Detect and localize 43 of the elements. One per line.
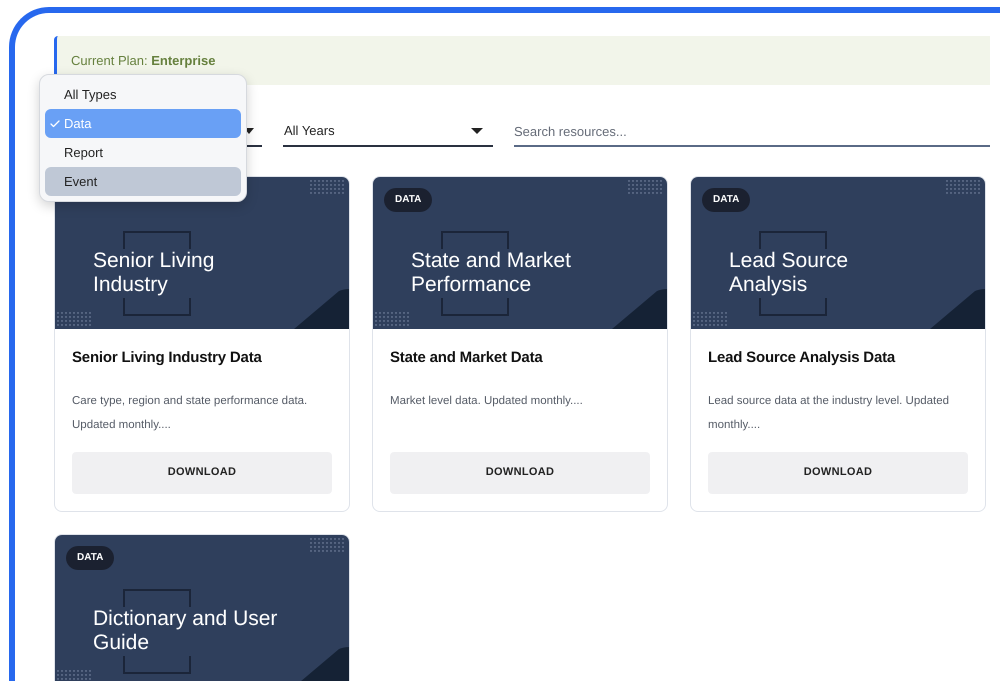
card-description: Market level data. Updated monthly.... (390, 394, 584, 408)
corner-shape-icon (294, 289, 349, 329)
category-badge: DATA (384, 188, 432, 212)
download-button[interactable]: DOWNLOAD (72, 452, 332, 494)
bracket-top-icon (123, 231, 191, 249)
dot-pattern-icon (693, 312, 728, 327)
corner-shape-icon (612, 289, 667, 329)
dot-pattern-icon (310, 538, 345, 553)
bracket-bottom-icon (123, 656, 191, 674)
dot-pattern-icon (628, 180, 663, 195)
year-select[interactable]: All Years (283, 117, 493, 147)
card-title: Senior Living Industry Data (72, 348, 263, 368)
bracket-top-icon (123, 589, 191, 607)
corner-shape-icon (930, 289, 985, 329)
caret-icon (471, 128, 483, 134)
dropdown-option[interactable]: Event (45, 167, 241, 196)
dropdown-option[interactable]: Report (45, 138, 241, 167)
check-icon (49, 118, 61, 130)
cover-title: Senior Living Industry (93, 249, 216, 297)
download-button[interactable]: DOWNLOAD (390, 452, 650, 494)
dot-pattern-icon (310, 180, 345, 195)
card-title: Lead Source Analysis Data (708, 348, 896, 368)
dot-pattern-icon (375, 312, 410, 327)
category-badge: DATA (66, 546, 114, 570)
cover-title: Lead Source Analysis (729, 249, 850, 297)
bracket-top-icon (759, 231, 827, 249)
bracket-bottom-icon (759, 298, 827, 316)
card-description: Care type, region and state performance data. Updated monthly.... (72, 394, 308, 432)
card-title: State and Market Data (390, 348, 544, 368)
bracket-bottom-icon (123, 298, 191, 316)
dropdown-option[interactable]: All Types (45, 80, 241, 109)
search-field[interactable]: Search resources... (514, 117, 990, 147)
bracket-top-icon (441, 231, 509, 249)
card-description: Lead source data at the industry level. Updated monthly.... (708, 394, 950, 432)
bracket-bottom-icon (441, 298, 509, 316)
cover-title: Dictionary and User Guide (93, 607, 278, 655)
dot-pattern-icon (946, 180, 981, 195)
dot-pattern-icon (57, 670, 92, 681)
plan-label: Current Plan: Enterprise (71, 52, 216, 70)
dot-pattern-icon (57, 312, 92, 327)
cover-title: State and Market Performance (411, 249, 572, 297)
download-button[interactable]: DOWNLOAD (708, 452, 968, 494)
category-badge: DATA (702, 188, 750, 212)
